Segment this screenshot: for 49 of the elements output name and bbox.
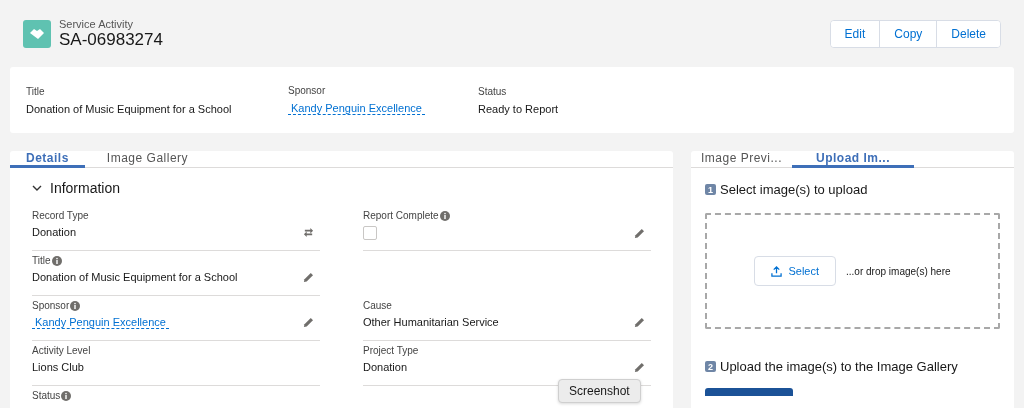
sponsor-link[interactable]: Kandy Penguin Excellence (288, 102, 425, 115)
highlight-label: Title (26, 85, 46, 97)
highlight-label: Status (478, 85, 508, 97)
drop-zone[interactable]: Select ...or drop image(s) here (705, 213, 1000, 329)
field-label: Status (32, 390, 320, 401)
tab[interactable]: Upload Im... (792, 151, 915, 168)
info-icon[interactable] (51, 255, 62, 266)
field-value: Lions Club (32, 361, 84, 373)
pencil-icon[interactable] (634, 316, 645, 328)
chevron-icon[interactable] (32, 183, 42, 193)
record-name: SA-06983274 (59, 30, 164, 50)
checkbox[interactable] (363, 226, 377, 240)
field-label: Report Complete (363, 210, 651, 221)
field-label: Title (32, 255, 320, 266)
field-value: Other Humanitarian Service (363, 316, 499, 328)
field-label: Activity Level (32, 345, 92, 356)
field-label: Record Type (32, 210, 90, 221)
field-label: Sponsor (32, 300, 320, 311)
highlight-value: Ready to Report (478, 102, 560, 115)
highlight-value: Donation of Music Equipment for a School (26, 102, 233, 115)
object-type: Service Activity (59, 18, 134, 30)
pencil-icon[interactable] (634, 361, 645, 373)
step-text: Upload the image(s) to the Image Gallery (720, 359, 958, 374)
swap-icon[interactable] (303, 226, 314, 238)
info-icon[interactable] (70, 300, 81, 311)
info-icon[interactable] (439, 210, 450, 221)
step-number: 2 (705, 361, 716, 372)
tab[interactable]: Details (10, 151, 85, 168)
tab[interactable]: Image Previ... (691, 151, 793, 168)
field-label: Cause (363, 300, 393, 311)
action-button[interactable]: Delete (936, 21, 1000, 47)
section-title: Information (50, 180, 121, 196)
field-value: Donation of Music Equipment for a School (32, 271, 238, 283)
sponsor-link[interactable]: Kandy Penguin Excellence (32, 316, 169, 329)
field-value: Donation (32, 226, 77, 238)
pencil-icon[interactable] (634, 227, 645, 239)
field-label: Project Type (363, 345, 420, 356)
pencil-icon[interactable] (303, 271, 314, 283)
tooltip: Screenshot (558, 379, 641, 403)
drop-hint: ...or drop image(s) here (846, 265, 951, 277)
pencil-icon[interactable] (303, 317, 314, 328)
step-text: Select image(s) to upload (720, 182, 868, 197)
select-button[interactable]: Select (754, 256, 837, 286)
tab[interactable]: Image Gallery (84, 151, 211, 168)
field-value: Donation (363, 361, 408, 373)
step-number: 1 (705, 184, 716, 195)
highlight-label: Sponsor (288, 85, 327, 96)
upload-icon (771, 265, 783, 277)
info-icon[interactable] (61, 390, 72, 401)
